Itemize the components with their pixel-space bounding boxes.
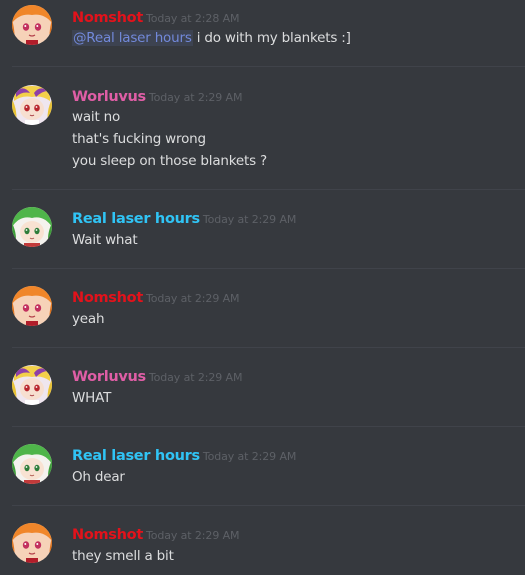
orange-haired-girl-avatar-icon[interactable] [12,286,52,326]
orange-haired-girl-avatar-icon[interactable] [12,523,52,563]
message-text: WHAT [72,390,112,406]
message-text: that's fucking wrong [72,131,206,147]
message-text: they smell a bit [72,548,174,564]
message-divider [12,505,525,506]
message-timestamp: Today at 2:29 AM [202,213,297,226]
username[interactable]: Nomshot [72,290,143,306]
message-divider [12,426,525,427]
message-timestamp: Today at 2:29 AM [148,91,243,104]
message-text: @Real laser hours i do with my blankets … [72,29,351,47]
username[interactable]: Real laser hours [72,211,200,227]
green-haired-girl-avatar-icon[interactable] [12,207,52,247]
message-timestamp: Today at 2:29 AM [145,529,240,542]
green-haired-girl-avatar-icon[interactable] [12,444,52,484]
message-timestamp: Today at 2:28 AM [145,12,240,25]
message-text: Wait what [72,232,138,248]
orange-haired-girl-avatar-icon[interactable] [12,5,52,45]
blonde-girl-avatar-icon[interactable] [12,85,52,125]
username[interactable]: Real laser hours [72,448,200,464]
message-timestamp: Today at 2:29 AM [145,292,240,305]
message-timestamp: Today at 2:29 AM [202,450,297,463]
message-divider [12,189,525,190]
message-text: yeah [72,311,105,327]
message-text: wait no [72,109,121,125]
message-divider [12,347,525,348]
message-text: you sleep on those blankets ? [72,153,267,169]
username[interactable]: Nomshot [72,10,143,26]
message-text: Oh dear [72,469,125,485]
message-divider [12,268,525,269]
chat-messages: Nomshot Today at 2:28 AM @Real laser hour… [0,0,525,575]
user-mention[interactable]: @Real laser hours [72,30,193,46]
username[interactable]: Worluvus [72,369,146,385]
username[interactable]: Worluvus [72,89,146,105]
username[interactable]: Nomshot [72,527,143,543]
message-text-content: i do with my blankets :] [192,30,351,46]
message-divider [12,66,525,67]
blonde-girl-avatar-icon[interactable] [12,365,52,405]
message-timestamp: Today at 2:29 AM [148,371,243,384]
